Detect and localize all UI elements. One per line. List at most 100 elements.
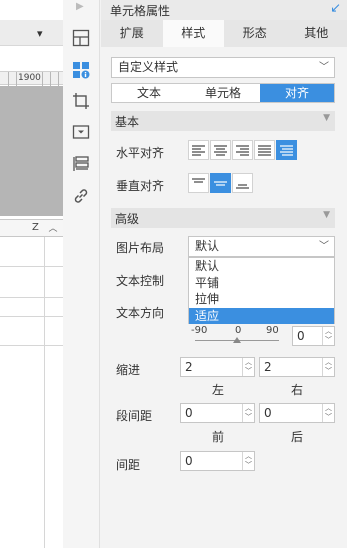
section-advanced[interactable]: 高级 ▼	[111, 208, 335, 228]
ruler-label: 1900	[18, 73, 41, 83]
indent-right-caption: 右	[291, 383, 304, 397]
align-left-icon[interactable]	[188, 140, 209, 160]
chevron-down-icon: ﹀	[319, 62, 329, 73]
link-icon[interactable]	[71, 186, 91, 206]
option-tile[interactable]: 平铺	[189, 275, 334, 292]
spacing-label: 间距	[116, 458, 141, 472]
collapse-arrow-icon[interactable]: ▶	[76, 1, 84, 12]
crop-icon[interactable]	[71, 91, 91, 111]
segment-align[interactable]: 对齐	[260, 84, 334, 102]
image-layout-label: 图片布局	[116, 241, 165, 255]
tab-shape[interactable]: 形态	[224, 20, 286, 47]
valign-bottom-icon[interactable]	[232, 173, 253, 193]
indent-right-value: 2	[264, 360, 272, 374]
segment-cell[interactable]: 单元格	[186, 84, 260, 102]
pin-panel-icon[interactable]: ↙	[330, 1, 341, 16]
stepper-buttons: ︿ ﹀	[242, 452, 254, 470]
chevron-down-icon[interactable]: ﹀	[243, 367, 254, 376]
v-align-label: 垂直对齐	[116, 179, 165, 193]
scale-mid: 0	[235, 325, 242, 336]
valign-middle-icon[interactable]	[210, 173, 231, 193]
chevron-up-icon[interactable]: ︿	[323, 358, 334, 367]
section-basic-title: 基本	[115, 115, 140, 129]
property-icon-rail: ▶	[63, 0, 100, 548]
style-segment-control: 文本 单元格 对齐	[111, 83, 335, 103]
spacing-value: 0	[185, 454, 193, 468]
para-before-stepper[interactable]: 0 ︿ ﹀	[180, 403, 255, 423]
chevron-down-icon[interactable]: ﹀	[323, 336, 334, 345]
image-layout-select[interactable]: 默认 ﹀	[188, 236, 335, 257]
para-after-stepper[interactable]: 0 ︿ ﹀	[259, 403, 335, 423]
style-select[interactable]: 自定义样式 ﹀	[111, 57, 335, 78]
chevron-up-icon[interactable]: ︿	[323, 327, 334, 336]
column-header: Z ︿	[0, 219, 63, 237]
scale-thumb-icon[interactable]	[233, 337, 241, 343]
chevron-up-icon[interactable]: ︿	[243, 358, 254, 367]
collapse-icon: ▼	[323, 113, 330, 123]
chevron-down-icon[interactable]: ﹀	[323, 367, 334, 376]
option-default[interactable]: 默认	[189, 258, 334, 275]
stepper-buttons: ︿ ﹀	[322, 358, 334, 376]
grid-line	[0, 297, 63, 298]
rotation-scale[interactable]: -90 0 90	[189, 324, 289, 348]
chevron-up-icon[interactable]: ︿	[243, 452, 254, 461]
segment-text[interactable]: 文本	[112, 84, 186, 102]
horizontal-ruler: 1900	[0, 71, 63, 86]
chevron-up-icon[interactable]: ︿	[323, 404, 334, 413]
format-dropdown-icon[interactable]: ▾	[37, 27, 43, 40]
layout-icon[interactable]	[71, 154, 91, 174]
rotation-stepper[interactable]: 0 ︿ ﹀	[292, 326, 335, 346]
indent-right-stepper[interactable]: 2 ︿ ﹀	[259, 357, 335, 377]
panel-tabs: 扩展 样式 形态 其他	[101, 20, 347, 47]
indent-label: 缩进	[116, 363, 141, 377]
chevron-down-icon[interactable]: ﹀	[243, 413, 254, 422]
para-after-value: 0	[264, 406, 272, 420]
collapse-icon: ▼	[323, 210, 330, 220]
stepper-buttons: ︿ ﹀	[242, 358, 254, 376]
text-direction-label: 文本方向	[116, 306, 165, 320]
column-label-z[interactable]: Z	[32, 222, 39, 233]
stepper-buttons: ︿ ﹀	[322, 327, 334, 345]
indent-left-stepper[interactable]: 2 ︿ ﹀	[180, 357, 255, 377]
align-justify-icon[interactable]	[254, 140, 275, 160]
option-fit[interactable]: 适应	[189, 307, 334, 324]
chevron-down-icon[interactable]: ﹀	[323, 413, 334, 422]
para-after-caption: 后	[291, 430, 304, 444]
panel-header: 单元格属性 ↙	[101, 0, 347, 20]
tab-other[interactable]: 其他	[286, 20, 347, 47]
option-stretch[interactable]: 拉伸	[189, 291, 334, 308]
align-distributed-icon[interactable]	[276, 140, 297, 160]
section-advanced-title: 高级	[115, 212, 140, 226]
para-before-caption: 前	[212, 430, 225, 444]
style-select-value: 自定义样式	[118, 60, 179, 74]
h-align-buttons	[188, 140, 297, 160]
stepper-buttons: ︿ ﹀	[242, 404, 254, 422]
grid-line	[0, 316, 63, 317]
chevron-down-icon[interactable]: ﹀	[243, 461, 254, 470]
chevron-up-icon[interactable]: ︿	[243, 404, 254, 413]
valign-top-icon[interactable]	[188, 173, 209, 193]
spacing-stepper[interactable]: 0 ︿ ﹀	[180, 451, 255, 471]
stepper-buttons: ︿ ﹀	[322, 404, 334, 422]
image-layout-value: 默认	[195, 239, 220, 253]
dropdown-widget-icon[interactable]	[71, 122, 91, 142]
scale-min: -90	[191, 325, 208, 336]
sheet-toolbar: ▾	[0, 20, 63, 46]
section-basic[interactable]: 基本 ▼	[111, 111, 335, 131]
indent-left-caption: 左	[212, 383, 225, 397]
scale-max: 90	[266, 325, 279, 336]
grid-line	[0, 266, 63, 267]
grid-line	[44, 237, 45, 548]
cell-properties-icon[interactable]	[71, 60, 91, 80]
cell-element-icon[interactable]	[71, 28, 91, 48]
para-spacing-label: 段间距	[116, 409, 153, 423]
tab-style[interactable]: 样式	[162, 20, 224, 47]
spreadsheet-area[interactable]: ▾ 1900 Z ︿	[0, 0, 63, 548]
grid-line	[0, 345, 63, 346]
align-center-icon[interactable]	[210, 140, 231, 160]
tab-expand[interactable]: 扩展	[101, 20, 163, 47]
scroll-up-icon[interactable]: ︿	[46, 221, 60, 235]
align-right-icon[interactable]	[232, 140, 253, 160]
h-align-label: 水平对齐	[116, 146, 165, 160]
cell-properties-panel: 单元格属性 ↙ 扩展 样式 形态 其他 自定义样式 ﹀ 文本 单元格 对齐 基本…	[101, 0, 347, 548]
